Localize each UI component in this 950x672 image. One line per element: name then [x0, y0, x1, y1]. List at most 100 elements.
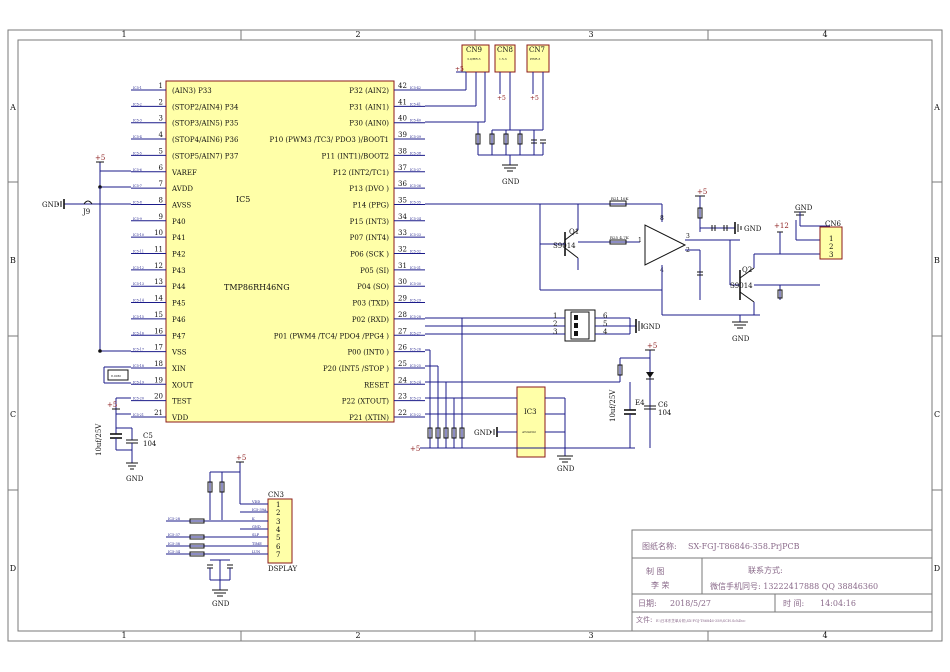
vcc-label: +5: [95, 154, 105, 162]
cn7-sub: PWR-3: [530, 57, 540, 61]
r21-label: R21 10K: [611, 196, 629, 201]
pin-name: P41: [172, 234, 186, 242]
pin-name: P47: [172, 332, 186, 340]
cn3-input-net: IC5-38: [166, 542, 240, 549]
r25-label: R25 4.7K: [610, 235, 630, 240]
switch-pin: 6: [603, 312, 608, 320]
q1-label: Q1: [569, 228, 579, 236]
row-label-left: B: [10, 256, 16, 265]
net-label: IC5-29: [410, 299, 421, 303]
net-label: IC5-3: [133, 119, 142, 123]
pin-number: 13: [154, 278, 163, 286]
pin-number: 3: [276, 518, 280, 526]
cn8-label: CN8: [497, 46, 513, 54]
pin-name: (STOP5/AIN7) P37: [172, 152, 238, 160]
pin-number: 33: [398, 229, 407, 237]
opamp-pin: 3: [686, 233, 690, 240]
net-label: IC5-39: [410, 135, 421, 139]
pin-number: 24: [398, 376, 407, 384]
col-label-bottom: 3: [588, 631, 593, 640]
pin-name: P20 (INT5 /STOP ): [323, 365, 389, 373]
pin-name: P11 (INT1)/BOOT2: [321, 152, 389, 160]
col-label-top: 1: [121, 30, 126, 39]
pin-number: 19: [154, 376, 163, 384]
pin-number: 16: [154, 327, 163, 335]
gnd-label: GND: [42, 201, 60, 209]
row-label-left: C: [10, 410, 16, 419]
pin-name: P22 (XTOUT): [342, 398, 390, 406]
cn7-connector: CN7 PWR-3 +5: [526, 44, 550, 130]
cn6-pin: 2: [829, 243, 833, 251]
pin-name: P15 (INT3): [350, 218, 390, 226]
pin-number: 20: [154, 393, 163, 401]
net-label: IC5-38: [168, 542, 180, 546]
q2-part: S9014: [730, 282, 753, 290]
title-file: E:\日本东芝单片机\SX-FGJ-T86846-358\SCH.SchDoc: [656, 618, 746, 623]
net-label: IC5-38: [410, 151, 421, 155]
net-label: IC5-37: [168, 533, 180, 537]
title-contact: 微信手机同号: 13222417888 QQ 38846360: [710, 581, 878, 591]
pin-number: 8: [159, 196, 163, 204]
pin-name: AVDD: [171, 185, 193, 193]
gnd-label: GND: [732, 335, 750, 343]
dip-switch: GND 1 2 3 6 5 4: [425, 309, 661, 342]
pin-name: (AIN3) P33: [172, 87, 212, 95]
pin-number: 28: [398, 311, 407, 319]
net-label: IC5-17: [133, 348, 144, 352]
pin-number: 17: [154, 344, 163, 352]
net-label: IC5-31: [410, 266, 421, 270]
vcc-label: +5: [455, 66, 464, 73]
pin-name: P01 (PWM4 /TC4/ PDO4 /PPG4 ): [274, 332, 390, 340]
pin-number: 34: [398, 213, 407, 221]
row-label-right: D: [934, 564, 940, 573]
row-label-right: B: [934, 256, 940, 265]
vcc-label: +5: [647, 342, 657, 350]
net-label: IC5-15: [133, 315, 144, 319]
cn9-sub: 3.0/HR-3: [467, 57, 481, 61]
col-label-bottom: 2: [355, 631, 360, 640]
pin-name: VSS: [171, 349, 187, 357]
title-date: 2018/5/27: [670, 599, 711, 608]
col-label-top: 3: [588, 30, 593, 39]
title-block: 图纸名称: SX-FGJ-T86846-358.PrjPCB 制 图 李 荣 联…: [631, 529, 933, 632]
net-label: IC5-34: [410, 217, 421, 221]
net-label: IC5-28: [410, 315, 421, 319]
gnd-label: GND: [744, 225, 762, 233]
ic5-mcu: IC5 TMP86RH46NG 1(AIN3) P33IC5-12(STOP2/…: [131, 80, 425, 423]
pin-name: P04 (SO): [357, 283, 389, 291]
vcc-label: +5: [530, 95, 539, 102]
cn3-sub: DSPLAY: [268, 565, 298, 573]
pin-number: 32: [398, 246, 407, 254]
pin-number: 37: [398, 164, 407, 172]
pin-name: P30 (AIN0): [349, 120, 389, 128]
switch-pin: 3: [553, 328, 557, 336]
cn8-sub: 1.5-3: [499, 57, 507, 61]
net-label: IC5-12: [133, 266, 144, 270]
row-label-left: A: [9, 103, 16, 112]
net-label: IC5-1: [133, 86, 142, 90]
pin-number: 3: [159, 115, 163, 123]
vcc-label: +5: [107, 401, 117, 409]
cn6-label: CN6: [825, 220, 841, 228]
title-author: 李 荣: [651, 580, 670, 590]
net-label: IC5-10: [133, 233, 144, 237]
pin-number: 5: [159, 147, 163, 155]
switch-pin: 4: [603, 328, 608, 336]
cn3-input-net: IC5-37: [166, 533, 240, 540]
pin-name: P05 (SI): [360, 267, 389, 275]
pin-number: 10: [154, 229, 163, 237]
pin-name: P31 (AIN1): [349, 103, 389, 111]
pin-number: 9: [159, 213, 163, 221]
pin-number: 39: [398, 131, 407, 139]
net-label: IC5-26: [410, 348, 421, 352]
net-label: IC5-16: [133, 331, 144, 335]
gnd-label: GND: [502, 178, 520, 186]
pin-name: P07 (INT4): [350, 234, 390, 242]
vcc12-label: +12: [774, 222, 789, 230]
q1-part: S9014: [553, 242, 576, 250]
net-label: IC5-7: [133, 184, 142, 188]
net-label: IC5-21: [133, 413, 144, 417]
title-drawing-name: SX-FGJ-T86846-358.PrjPCB: [688, 542, 800, 551]
title-drawing-label: 图纸名称:: [642, 541, 677, 551]
net-label: LUN: [252, 550, 260, 554]
